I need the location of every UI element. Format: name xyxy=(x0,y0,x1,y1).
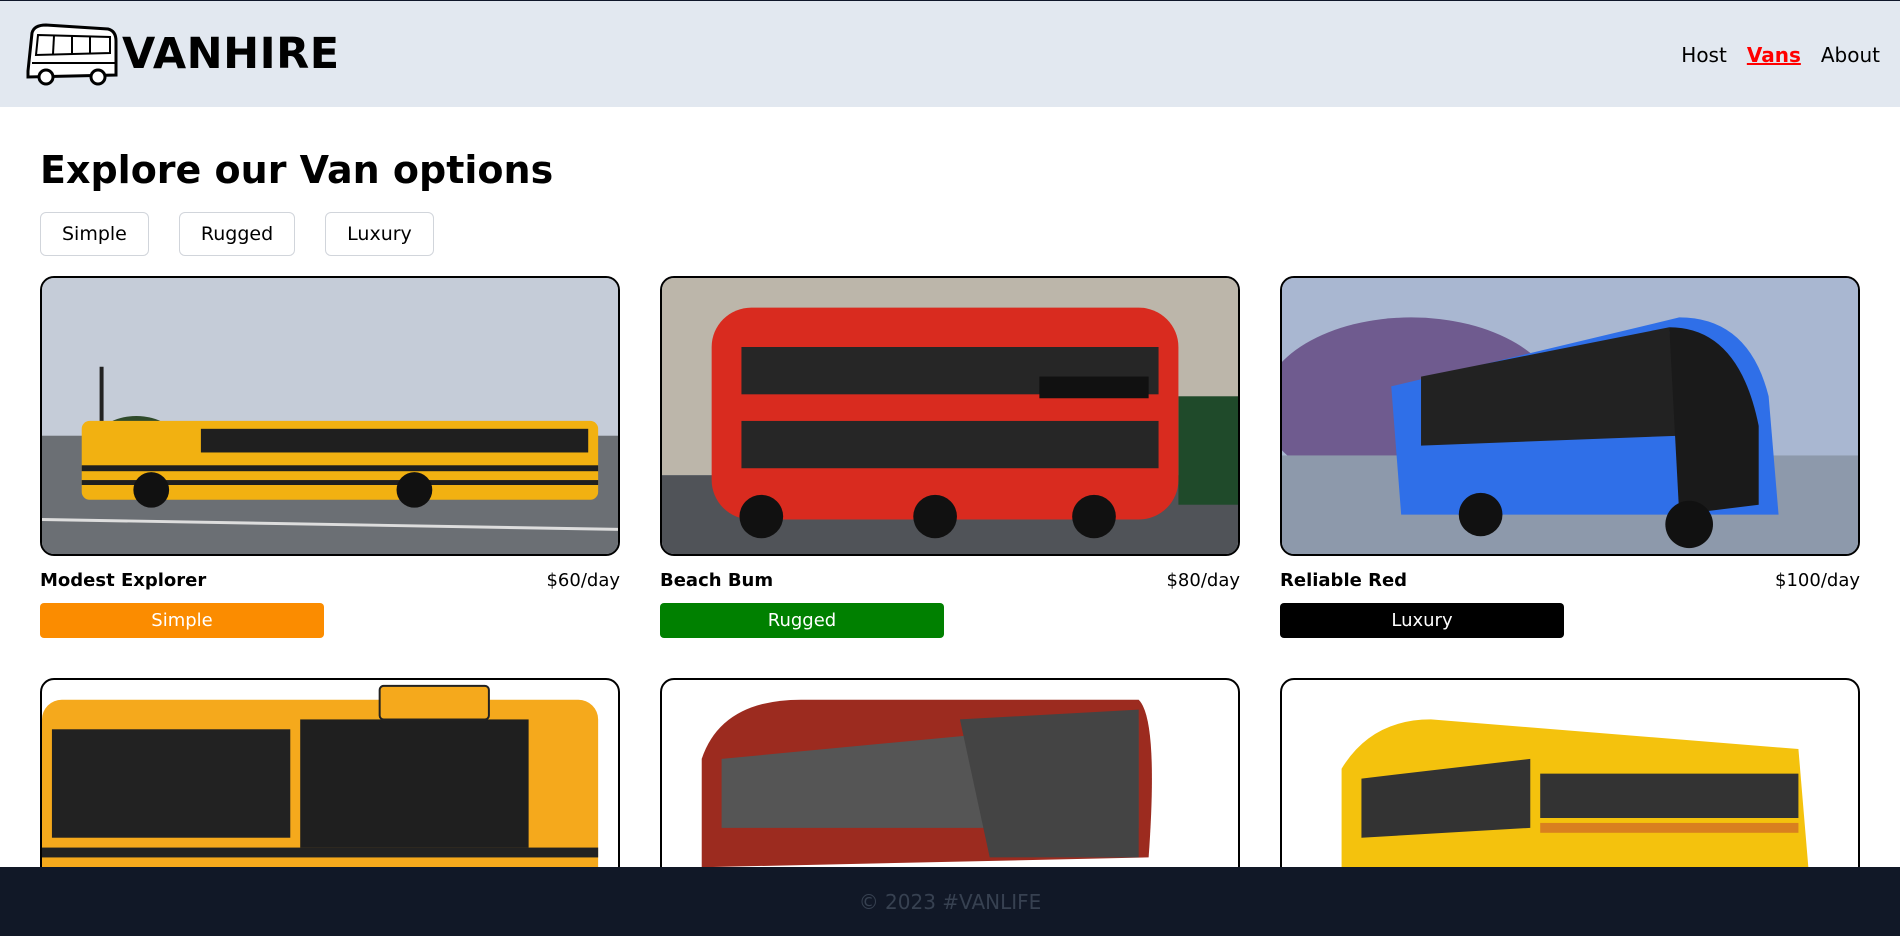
site-footer: © 2023 #VANLIFE xyxy=(0,867,1900,936)
nav-link-vans[interactable]: Vans xyxy=(1747,43,1801,67)
site-header: VANHIRE Host Vans About xyxy=(0,0,1900,107)
van-grid: Modest Explorer $60/day Simple Beach Bum… xyxy=(40,276,1860,936)
van-price: $100/day xyxy=(1775,570,1860,591)
van-image[interactable] xyxy=(660,276,1240,556)
van-name: Modest Explorer xyxy=(40,570,207,591)
van-image[interactable] xyxy=(1280,276,1860,556)
van-card[interactable]: Beach Bum $80/day Rugged xyxy=(660,276,1240,638)
van-card[interactable]: Modest Explorer $60/day Simple xyxy=(40,276,620,638)
nav-link-about[interactable]: About xyxy=(1821,43,1880,67)
footer-copyright: © 2023 #VANLIFE xyxy=(858,889,1042,914)
van-name: Beach Bum xyxy=(660,570,774,591)
brand-name: VANHIRE xyxy=(122,29,340,79)
brand-logo[interactable]: VANHIRE xyxy=(20,19,340,89)
main-nav: Host Vans About xyxy=(1681,1,1880,108)
bus-logo-icon xyxy=(26,23,118,86)
van-type-badge[interactable]: Rugged xyxy=(660,603,944,638)
nav-link-host[interactable]: Host xyxy=(1681,43,1727,67)
page-title: Explore our Van options xyxy=(40,148,554,192)
filter-button-simple[interactable]: Simple xyxy=(40,212,149,256)
filter-bar: Simple Rugged Luxury xyxy=(40,212,434,256)
van-type-badge[interactable]: Simple xyxy=(40,603,324,638)
van-price: $80/day xyxy=(1166,570,1240,591)
filter-button-luxury[interactable]: Luxury xyxy=(325,212,434,256)
filter-button-rugged[interactable]: Rugged xyxy=(178,212,296,256)
van-type-badge[interactable]: Luxury xyxy=(1280,603,1564,638)
van-price: $60/day xyxy=(546,570,620,591)
van-card[interactable]: Reliable Red $100/day Luxury xyxy=(1280,276,1860,638)
van-image[interactable] xyxy=(40,276,620,556)
van-name: Reliable Red xyxy=(1280,570,1408,591)
